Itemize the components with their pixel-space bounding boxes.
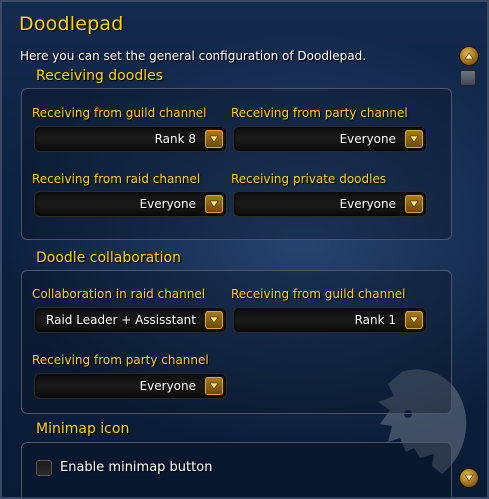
chevron-down-icon[interactable] bbox=[405, 311, 423, 329]
section-title-doodle-collaboration: Doodle collaboration bbox=[36, 250, 181, 266]
scroll-thumb[interactable] bbox=[460, 70, 476, 86]
dropdown-value: Everyone bbox=[139, 379, 196, 393]
scroll-down-arrow-icon[interactable] bbox=[459, 468, 479, 488]
private-doodles-dropdown[interactable]: Everyone bbox=[233, 191, 427, 217]
chevron-down-icon[interactable] bbox=[205, 377, 223, 395]
chevron-down-icon[interactable] bbox=[205, 130, 223, 148]
chevron-down-icon[interactable] bbox=[405, 195, 423, 213]
chevron-down-icon[interactable] bbox=[405, 130, 423, 148]
dropdown-value: Raid Leader + Assisstant bbox=[46, 313, 196, 327]
collab-guild-channel-label: Receiving from guild channel bbox=[231, 287, 406, 301]
minimap-button-label[interactable]: Enable minimap button bbox=[60, 460, 212, 475]
minimap-button-checkbox[interactable] bbox=[36, 460, 52, 476]
collab-guild-channel-dropdown[interactable]: Rank 1 bbox=[233, 307, 427, 333]
dropdown-value: Rank 1 bbox=[354, 313, 396, 327]
raid-channel-label: Receiving from raid channel bbox=[32, 172, 201, 186]
raid-collaboration-dropdown[interactable]: Raid Leader + Assisstant bbox=[34, 307, 227, 333]
scroll-up-arrow-icon[interactable] bbox=[459, 46, 479, 66]
dropdown-value: Rank 8 bbox=[154, 132, 196, 146]
party-channel-label: Receiving from party channel bbox=[231, 106, 408, 120]
raid-channel-dropdown[interactable]: Everyone bbox=[34, 191, 227, 217]
section-title-receiving-doodles: Receiving doodles bbox=[36, 68, 163, 84]
private-doodles-label: Receiving private doodles bbox=[231, 172, 387, 186]
dropdown-value: Everyone bbox=[339, 132, 396, 146]
collab-party-channel-label: Receiving from party channel bbox=[32, 353, 209, 367]
dropdown-value: Everyone bbox=[139, 197, 196, 211]
chevron-down-icon[interactable] bbox=[205, 311, 223, 329]
dropdown-value: Everyone bbox=[339, 197, 396, 211]
guild-channel-label: Receiving from guild channel bbox=[32, 106, 207, 120]
party-channel-dropdown[interactable]: Everyone bbox=[233, 126, 427, 152]
scrollbar[interactable] bbox=[457, 42, 479, 494]
raid-collaboration-label: Collaboration in raid channel bbox=[32, 287, 206, 301]
config-panel: Doodlepad Here you can set the general c… bbox=[0, 0, 489, 499]
page-title: Doodlepad bbox=[19, 13, 124, 35]
collab-party-channel-dropdown[interactable]: Everyone bbox=[34, 373, 227, 399]
guild-channel-dropdown[interactable]: Rank 8 bbox=[34, 126, 227, 152]
page-description: Here you can set the general configurati… bbox=[20, 49, 367, 63]
chevron-down-icon[interactable] bbox=[205, 195, 223, 213]
section-title-minimap-icon: Minimap icon bbox=[36, 421, 130, 437]
